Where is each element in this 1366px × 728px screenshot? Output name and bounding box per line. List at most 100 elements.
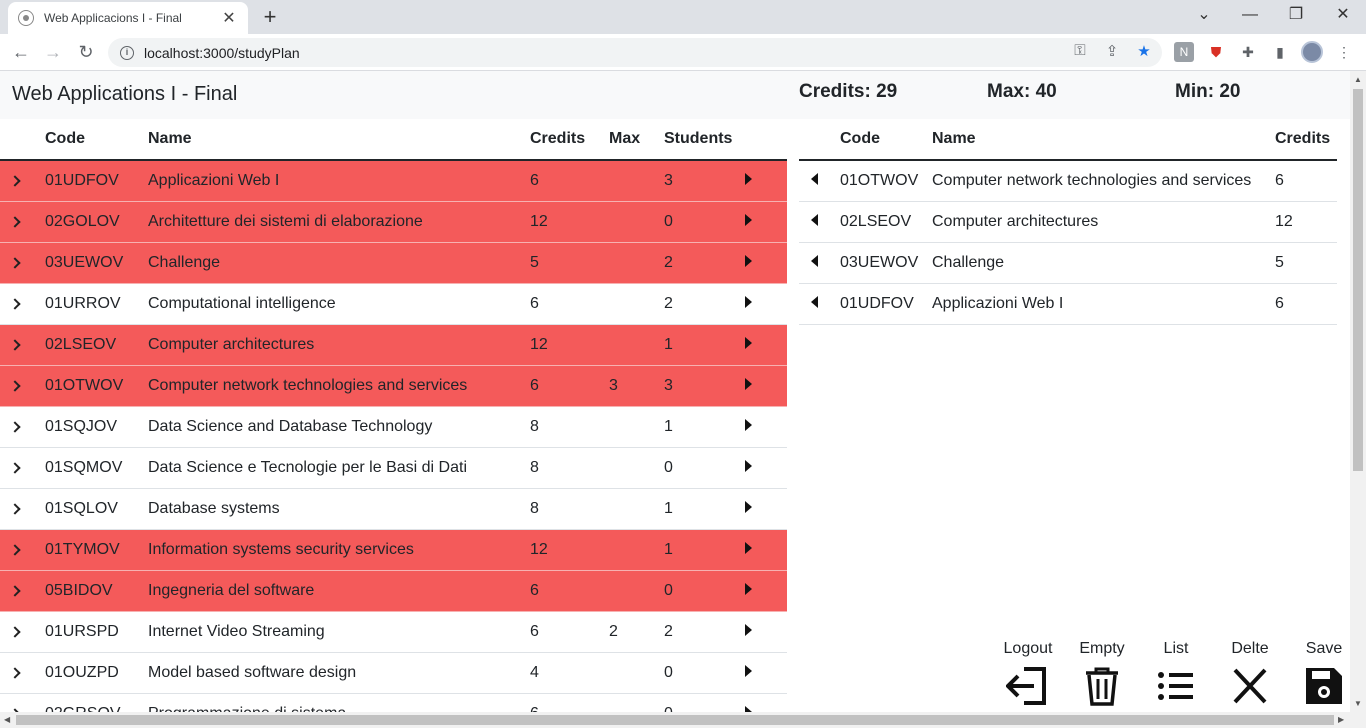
remove-from-plan-icon[interactable] [799,201,840,243]
add-to-plan-icon[interactable] [745,447,787,489]
new-tab-button[interactable]: + [258,6,282,28]
expand-chevron-icon[interactable] [0,283,45,325]
expand-chevron-icon[interactable] [0,529,45,571]
browser-toolbar: ← → ↻ i localhost:3000/studyPlan ⚿ ⇪ ★ [0,34,1366,71]
logout-icon [1006,667,1046,705]
course-name: Applicazioni Web I [148,160,530,202]
expand-chevron-icon[interactable] [0,693,45,712]
course-row: 01SQLOV Database systems 8 1 [0,488,787,530]
remove-from-plan-icon[interactable] [799,160,840,202]
restore-button[interactable]: ❐ [1273,4,1319,26]
plan-code: 02LSEOV [840,201,932,243]
reload-icon[interactable]: ↻ [74,40,98,64]
add-to-plan-icon[interactable] [745,488,787,530]
course-code: 01OUZPD [45,652,148,694]
extensions-puzzle-icon[interactable]: ✚ [1238,42,1258,62]
expand-chevron-icon[interactable] [0,242,45,284]
add-to-plan-icon[interactable] [745,283,787,325]
vertical-scroll-thumb[interactable] [1353,89,1363,471]
scroll-right-icon[interactable]: ▶ [1338,715,1344,724]
vertical-scrollbar[interactable]: ▲ ▼ [1350,71,1366,712]
course-name: Challenge [148,242,530,284]
course-code: 02GRSOV [45,693,148,712]
course-credits: 12 [530,201,609,243]
add-to-plan-icon[interactable] [745,529,787,571]
remove-from-plan-icon[interactable] [799,283,840,325]
save-button[interactable]: Save [1294,640,1350,706]
minimize-button[interactable]: — [1227,4,1273,26]
expand-chevron-icon[interactable] [0,201,45,243]
scroll-left-icon[interactable]: ◀ [4,715,10,724]
expand-chevron-icon[interactable] [0,365,45,407]
add-to-plan-icon[interactable] [745,652,787,694]
key-icon[interactable]: ⚿ [1070,42,1090,59]
forward-arrow-icon[interactable]: → [41,40,65,64]
expand-chevron-icon[interactable] [0,406,45,448]
empty-button[interactable]: Empty [1072,640,1132,706]
add-to-plan-icon[interactable] [745,406,787,448]
course-max: 3 [609,365,664,407]
header-code: Code [45,119,148,161]
delete-button[interactable]: Delte [1220,640,1280,706]
bookmark-star-icon[interactable]: ★ [1134,42,1154,60]
browser-tab[interactable]: Web Applicacions I - Final ✕ [8,2,248,34]
course-name: Computer architectures [148,324,530,366]
plan-credits: 5 [1275,242,1337,284]
plan-header-credits: Credits [1275,119,1337,161]
expand-header [0,119,45,161]
tab-close-icon[interactable]: ✕ [220,8,238,28]
shield-extension-icon[interactable]: ⛊ [1206,42,1226,62]
profile-avatar[interactable] [1301,41,1323,63]
horizontal-scroll-thumb[interactable] [16,715,1334,725]
study-plan-header: Code Name Credits [799,119,1337,161]
back-arrow-icon[interactable]: ← [9,40,33,64]
course-name: Database systems [148,488,530,530]
expand-chevron-icon[interactable] [0,447,45,489]
expand-chevron-icon[interactable] [0,324,45,366]
course-credits: 8 [530,447,609,489]
add-to-plan-icon[interactable] [745,201,787,243]
site-info-icon[interactable]: i [120,45,134,60]
expand-chevron-icon[interactable] [0,570,45,612]
save-label: Save [1305,640,1343,657]
address-bar[interactable]: i localhost:3000/studyPlan [108,38,1162,67]
add-to-plan-icon[interactable] [745,693,787,712]
courses-table-header: Code Name Credits Max Students [0,119,787,161]
horizontal-scrollbar[interactable]: ◀ ▶ [0,712,1366,728]
plan-name: Computer architectures [932,201,1275,243]
close-window-button[interactable]: ✕ [1320,4,1366,26]
scroll-up-icon[interactable]: ▲ [1354,75,1362,84]
scroll-down-icon[interactable]: ▼ [1354,699,1362,708]
browser-tabstrip: Web Applicacions I - Final ✕ + ⌄ — ❐ ✕ [0,0,1366,34]
tab-search-icon[interactable]: ⌄ [1181,4,1227,26]
expand-chevron-icon[interactable] [0,488,45,530]
course-row: 01URROV Computational intelligence 6 2 [0,283,787,325]
course-name: Information systems security services [148,529,530,571]
course-students: 2 [664,283,745,325]
page-viewport: Web Applications I - Final Credits: 29 M… [0,71,1350,712]
header-students: Students [664,119,745,161]
course-credits: 12 [530,324,609,366]
course-row: 01URSPD Internet Video Streaming 6 2 2 [0,611,787,653]
expand-chevron-icon[interactable] [0,652,45,694]
logout-button[interactable]: Logout [998,640,1058,706]
course-code: 05BIDOV [45,570,148,612]
add-to-plan-icon[interactable] [745,570,787,612]
browser-menu-icon[interactable]: ⋮ [1334,42,1354,62]
extension-n-icon[interactable]: N [1174,42,1194,62]
share-icon[interactable]: ⇪ [1102,42,1122,60]
add-to-plan-icon[interactable] [745,365,787,407]
expand-chevron-icon[interactable] [0,611,45,653]
list-button[interactable]: List [1146,640,1206,706]
add-to-plan-icon[interactable] [745,160,787,202]
add-to-plan-icon[interactable] [745,611,787,653]
course-code: 02GOLOV [45,201,148,243]
course-credits: 8 [530,406,609,448]
remove-from-plan-icon[interactable] [799,242,840,284]
add-to-plan-icon[interactable] [745,324,787,366]
course-row: 01SQJOV Data Science and Database Technol… [0,406,787,448]
add-to-plan-icon[interactable] [745,242,787,284]
course-code: 01OTWOV [45,365,148,407]
side-panel-icon[interactable]: ▮ [1270,42,1290,62]
expand-chevron-icon[interactable] [0,160,45,202]
